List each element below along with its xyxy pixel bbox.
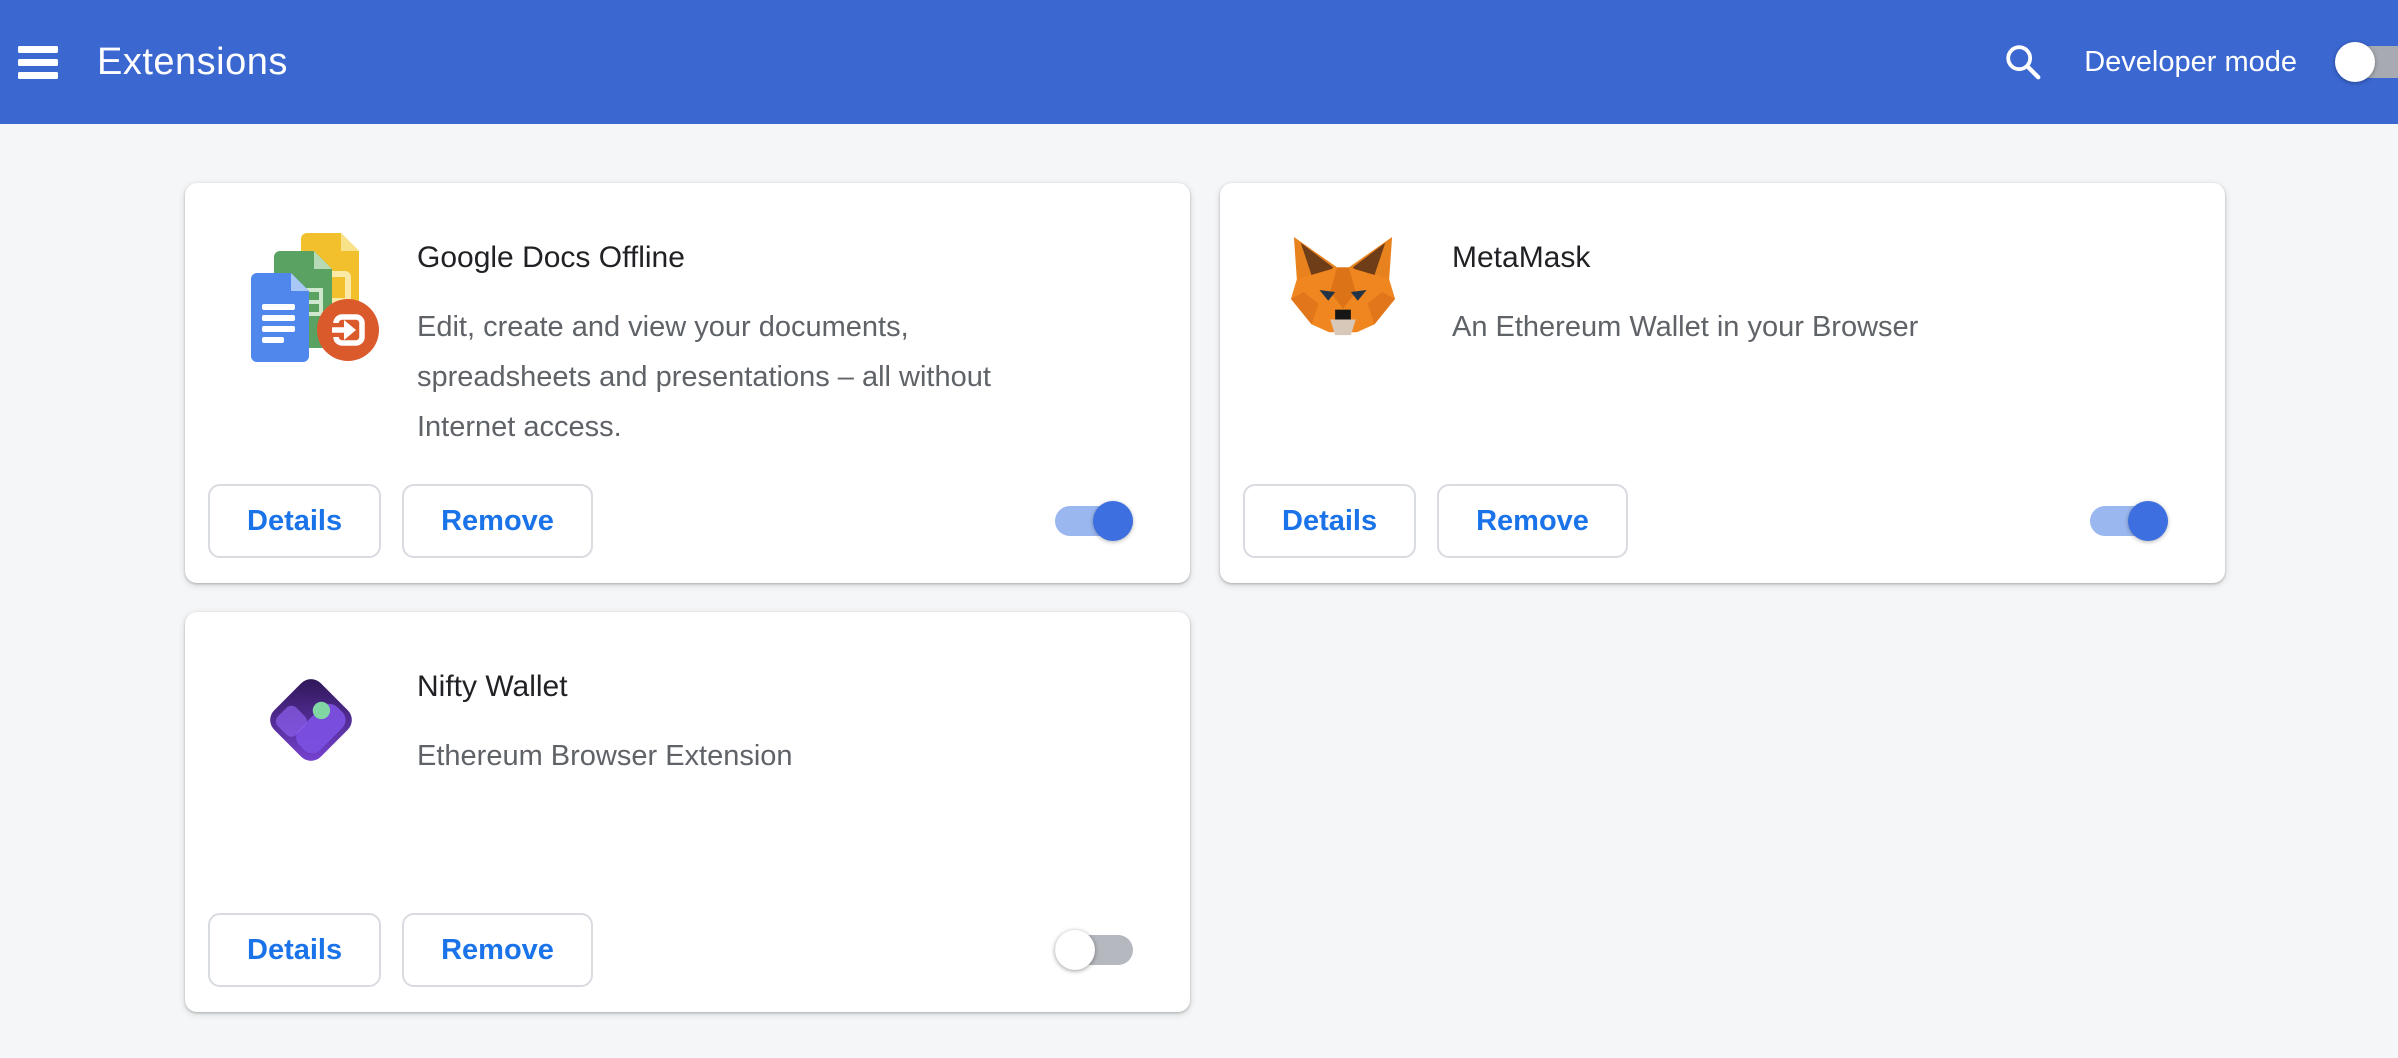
metamask-fox-icon [1284, 227, 1416, 352]
extension-name: Google Docs Offline [417, 241, 991, 275]
extension-description: Ethereum Browser Extension [417, 731, 793, 781]
details-button[interactable]: Details [1243, 484, 1416, 558]
extension-card-nifty-wallet: Nifty Wallet Ethereum Browser Extension … [185, 612, 1190, 1012]
developer-mode-label: Developer mode [2084, 46, 2297, 79]
remove-button[interactable]: Remove [402, 913, 593, 987]
extensions-list: Google Docs Offline Edit, create and vie… [0, 124, 2398, 1012]
extension-enable-toggle[interactable] [2090, 501, 2168, 541]
remove-button[interactable]: Remove [1437, 484, 1628, 558]
hamburger-bar [18, 46, 58, 53]
page-title: Extensions [97, 41, 288, 84]
details-button[interactable]: Details [208, 913, 381, 987]
extension-name: Nifty Wallet [417, 670, 793, 704]
hamburger-bar [18, 72, 58, 79]
hamburger-menu-icon[interactable] [18, 46, 58, 79]
hamburger-bar [18, 59, 58, 66]
extension-name: MetaMask [1452, 241, 1918, 275]
extension-description: An Ethereum Wallet in your Browser [1452, 302, 1918, 352]
extension-enable-toggle[interactable] [1055, 501, 1133, 541]
toggle-knob [1055, 930, 1095, 970]
nifty-wallet-icon [249, 656, 381, 781]
details-button[interactable]: Details [208, 484, 381, 558]
extension-enable-toggle[interactable] [1055, 930, 1133, 970]
search-icon[interactable] [2002, 41, 2044, 83]
extension-card-metamask: MetaMask An Ethereum Wallet in your Brow… [1220, 183, 2225, 583]
toggle-knob [2335, 42, 2375, 82]
extension-card-google-docs-offline: Google Docs Offline Edit, create and vie… [185, 183, 1190, 583]
toggle-knob [2128, 501, 2168, 541]
remove-button[interactable]: Remove [402, 484, 593, 558]
google-docs-offline-icon [249, 227, 381, 452]
toggle-knob [1093, 501, 1133, 541]
developer-mode-toggle[interactable] [2335, 42, 2376, 82]
extension-description: Edit, create and view your documents, sp… [417, 302, 991, 452]
app-toolbar: Extensions Developer mode [0, 0, 2398, 124]
